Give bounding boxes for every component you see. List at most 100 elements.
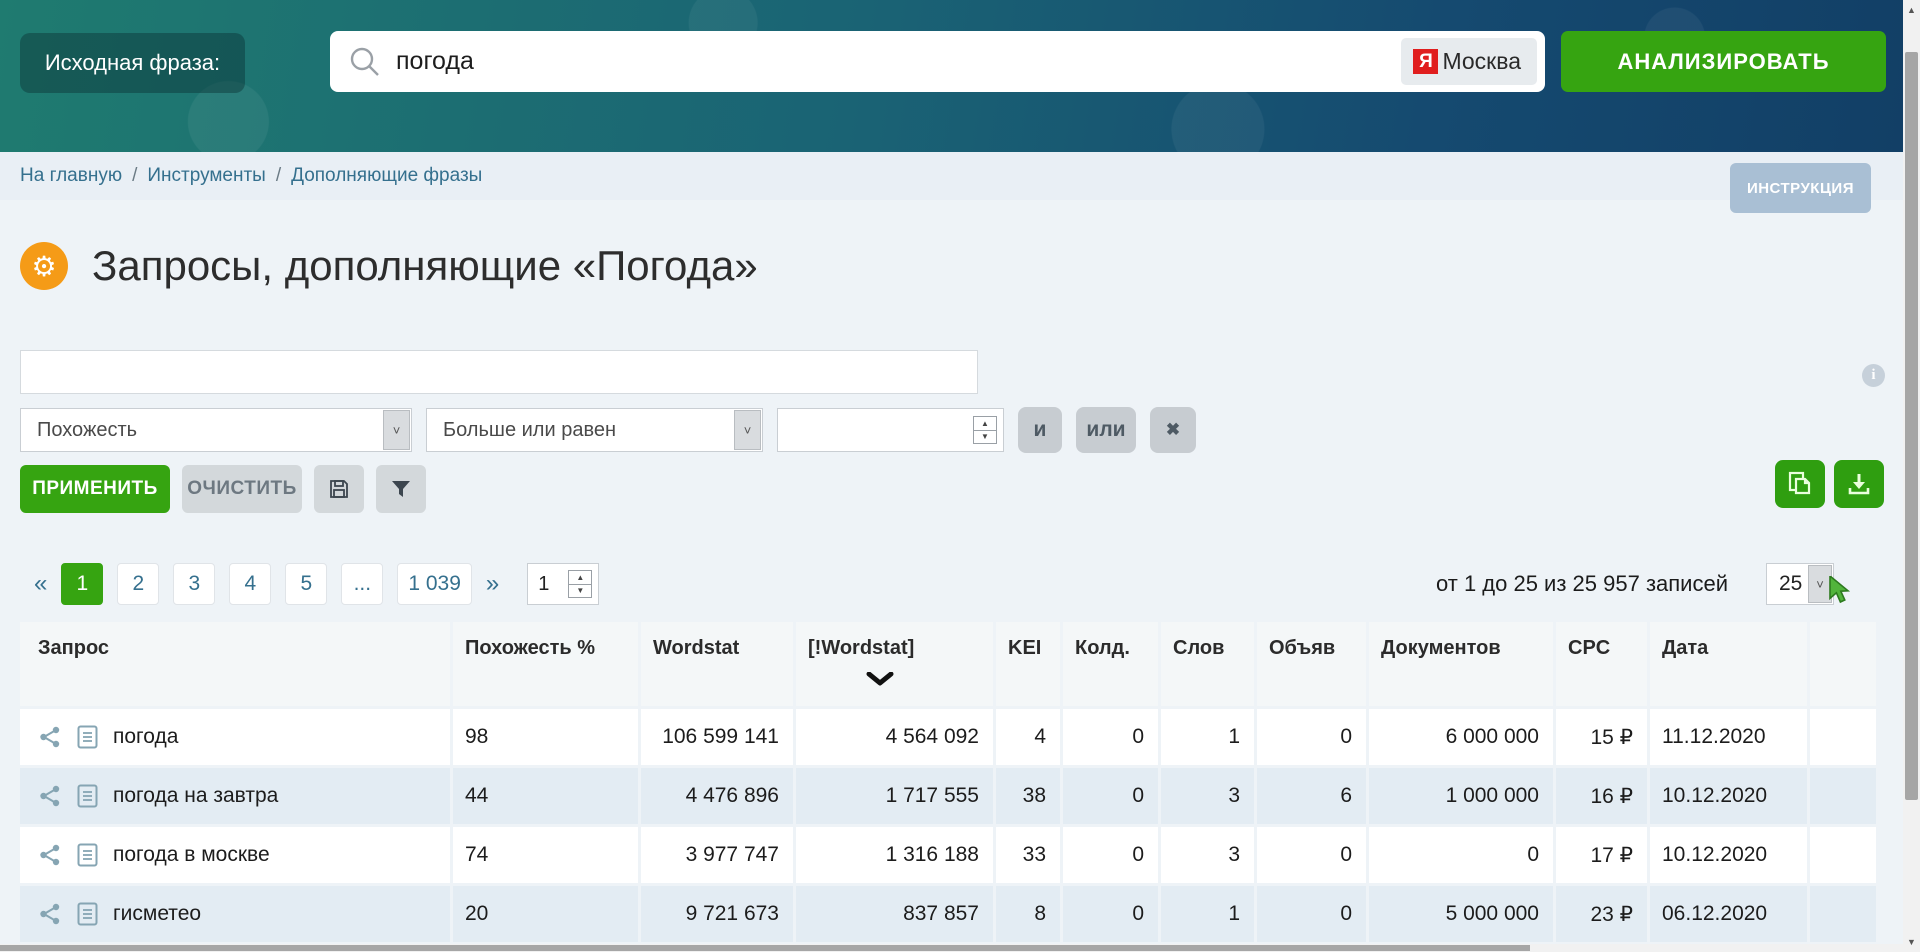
- floppy-icon: [327, 477, 351, 501]
- query-phrase[interactable]: гисметео: [113, 902, 201, 926]
- col-header-wordstat[interactable]: Wordstat: [641, 622, 793, 706]
- cell-obyav: 6: [1257, 768, 1366, 824]
- pagination-pages: 12345... 1 039: [61, 563, 472, 605]
- analyze-button[interactable]: АНАЛИЗИРОВАТЬ: [1561, 31, 1886, 92]
- cell-documents: 6 000 000: [1369, 709, 1553, 765]
- cell-cpc: 17 ₽: [1556, 827, 1647, 883]
- table-row: погода 98 106 599 141 4 564 092 4 0 1 0 …: [20, 709, 1876, 765]
- cell-kold: 0: [1063, 886, 1158, 942]
- info-icon[interactable]: i: [1862, 364, 1885, 387]
- cell-kei: 33: [996, 827, 1060, 883]
- filter-phrase-input[interactable]: [20, 350, 978, 394]
- cell-documents: 5 000 000: [1369, 886, 1553, 942]
- col-header-kei[interactable]: KEI: [996, 622, 1060, 706]
- breadcrumb-separator: /: [132, 165, 137, 187]
- goto-page-input[interactable]: [528, 573, 568, 596]
- col-header-obyav[interactable]: Объяв: [1257, 622, 1366, 706]
- vertical-scrollbar[interactable]: ▲ ▼: [1903, 0, 1920, 952]
- filter-remove-button[interactable]: ✖: [1150, 407, 1196, 453]
- pagination-page[interactable]: 4: [229, 563, 271, 605]
- cell-kei: 38: [996, 768, 1060, 824]
- table-header-row: Запрос Похожесть % Wordstat [!Wordstat] …: [20, 622, 1876, 706]
- table-row: погода в москве 74 3 977 747 1 316 188 3…: [20, 827, 1876, 883]
- pagination-page[interactable]: 5: [285, 563, 327, 605]
- horizontal-scrollbar-thumb[interactable]: [0, 945, 1530, 951]
- pagination: « 12345...1 039 » ▲▼ от 1 до 25 из 25 95…: [20, 563, 1880, 605]
- col-header-kold[interactable]: Колд.: [1063, 622, 1158, 706]
- cell-similarity: 74: [453, 827, 638, 883]
- pagination-page[interactable]: 1: [61, 563, 103, 605]
- pagination-page[interactable]: 1 039: [397, 563, 472, 605]
- scroll-down-arrow[interactable]: ▼: [1903, 934, 1920, 950]
- search-input[interactable]: [396, 47, 1401, 76]
- download-button[interactable]: [1834, 460, 1884, 508]
- clear-button[interactable]: ОЧИСТИТЬ: [182, 465, 302, 513]
- top-header: Исходная фраза: Я Москва АНАЛИЗИРОВАТЬ: [0, 0, 1903, 152]
- yandex-icon: Я: [1413, 49, 1438, 74]
- horizontal-scrollbar[interactable]: [0, 944, 1903, 952]
- cell-date: 10.12.2020: [1650, 768, 1807, 824]
- page-size-select[interactable]: 25 ˅: [1766, 563, 1834, 605]
- region-selector[interactable]: Я Москва: [1401, 38, 1537, 85]
- cell-wordstat: 4 476 896: [641, 768, 793, 824]
- document-icon[interactable]: [77, 843, 98, 867]
- filter-actions-row: ПРИМЕНИТЬ ОЧИСТИТЬ: [20, 465, 1903, 513]
- col-header-similarity[interactable]: Похожесть %: [453, 622, 638, 706]
- search-icon: [348, 45, 382, 79]
- col-header-date[interactable]: Дата: [1650, 622, 1807, 706]
- copy-results-button[interactable]: [1775, 460, 1825, 508]
- col-header-slov[interactable]: Слов: [1161, 622, 1254, 706]
- document-icon[interactable]: [77, 725, 98, 749]
- goto-page-spinner[interactable]: ▲▼: [568, 570, 592, 598]
- cell-empty: [1810, 827, 1876, 883]
- share-icon[interactable]: [38, 902, 62, 926]
- pagination-page[interactable]: ...: [341, 563, 383, 605]
- title-row: ⚙ Запросы, дополняющие «Погода»: [20, 238, 1903, 294]
- share-icon[interactable]: [38, 725, 62, 749]
- gear-icon: ⚙: [20, 242, 68, 290]
- breadcrumb-tools[interactable]: Инструменты: [147, 165, 265, 187]
- breadcrumb-current[interactable]: Дополняющие фразы: [291, 165, 482, 187]
- pagination-page[interactable]: 2: [117, 563, 159, 605]
- cell-wordstat: 9 721 673: [641, 886, 793, 942]
- table-row: погода на завтра 44 4 476 896 1 717 555 …: [20, 768, 1876, 824]
- filter-operator-select[interactable]: Больше или равен ˅: [426, 408, 763, 452]
- page-title: Запросы, дополняющие «Погода»: [92, 242, 758, 290]
- query-phrase[interactable]: погода на завтра: [113, 784, 278, 808]
- filter-field-select[interactable]: Похожесть ˅: [20, 408, 412, 452]
- filter-field-value: Похожесть: [21, 419, 137, 442]
- cell-exact-wordstat: 4 564 092: [796, 709, 993, 765]
- col-header-cpc[interactable]: CPC: [1556, 622, 1647, 706]
- cell-kold: 0: [1063, 827, 1158, 883]
- filter-condition-row: Похожесть ˅ Больше или равен ˅ ▲▼ и или …: [20, 407, 1903, 453]
- col-header-exact-wordstat[interactable]: [!Wordstat]: [796, 622, 993, 706]
- filter-and-button[interactable]: и: [1018, 407, 1062, 453]
- col-header-empty: [1810, 622, 1876, 706]
- apply-button[interactable]: ПРИМЕНИТЬ: [20, 465, 170, 513]
- cell-cpc: 23 ₽: [1556, 886, 1647, 942]
- document-icon[interactable]: [77, 902, 98, 926]
- share-icon[interactable]: [38, 843, 62, 867]
- number-spinner[interactable]: ▲▼: [973, 416, 997, 444]
- filter-or-button[interactable]: или: [1076, 407, 1136, 453]
- filter-toggle-button[interactable]: [376, 465, 426, 513]
- pagination-next[interactable]: »: [486, 570, 499, 598]
- query-phrase[interactable]: погода в москве: [113, 843, 270, 867]
- pagination-prev[interactable]: «: [34, 570, 47, 598]
- breadcrumb-home[interactable]: На главную: [20, 165, 122, 187]
- cell-documents: 1 000 000: [1369, 768, 1553, 824]
- cell-slov: 1: [1161, 886, 1254, 942]
- instruction-button[interactable]: ИНСТРУКЦИЯ: [1730, 163, 1871, 213]
- pagination-page[interactable]: 3: [173, 563, 215, 605]
- scroll-up-arrow[interactable]: ▲: [1903, 2, 1920, 18]
- vertical-scrollbar-thumb[interactable]: [1905, 52, 1918, 800]
- share-icon[interactable]: [38, 784, 62, 808]
- query-phrase[interactable]: погода: [113, 725, 178, 749]
- col-header-documents[interactable]: Документов: [1369, 622, 1553, 706]
- filter-operator-value: Больше или равен: [427, 419, 616, 442]
- chevron-down-icon: ˅: [383, 410, 410, 450]
- filter-value-input[interactable]: ▲▼: [777, 408, 1004, 452]
- document-icon[interactable]: [77, 784, 98, 808]
- save-filter-button[interactable]: [314, 465, 364, 513]
- col-header-query[interactable]: Запрос: [20, 622, 450, 706]
